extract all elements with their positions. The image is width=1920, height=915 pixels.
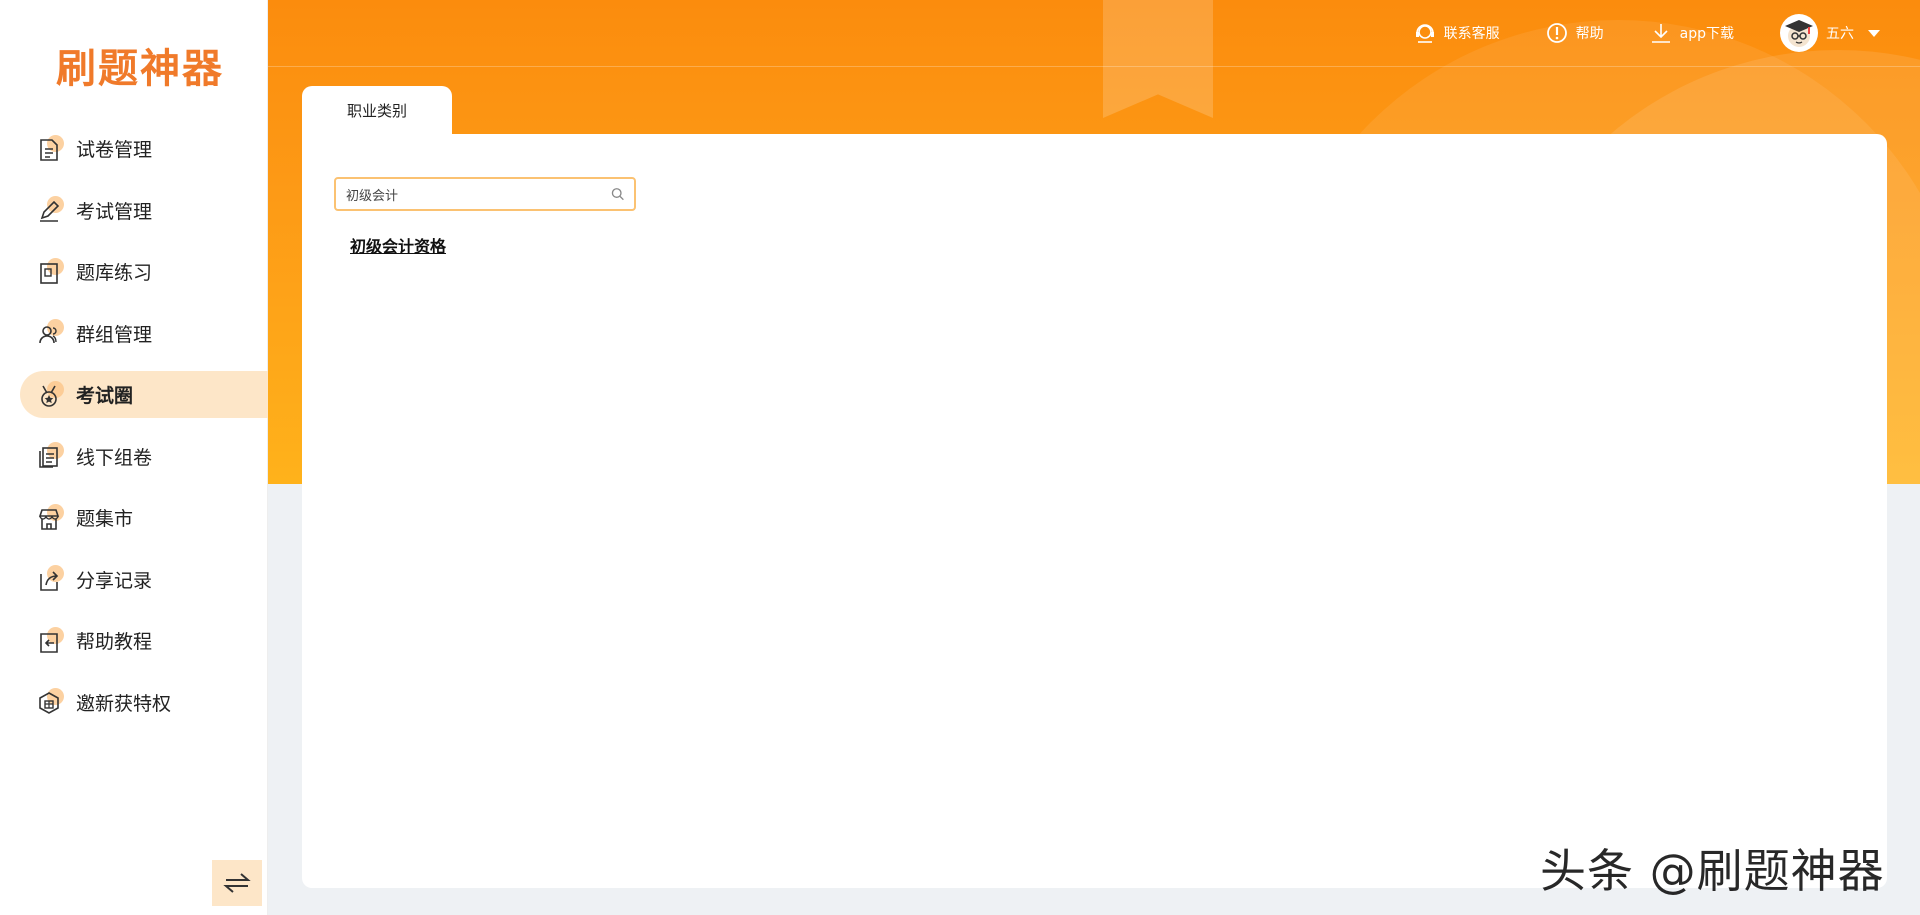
- sidebar-item-label: 群组管理: [76, 323, 153, 346]
- sidebar-item-exam-circle[interactable]: 考试圈: [20, 371, 268, 418]
- sidebar-item-label: 邀新获特权: [76, 692, 172, 715]
- share-icon: [36, 565, 64, 593]
- search-input[interactable]: [346, 186, 611, 202]
- sidebar-item-label: 线下组卷: [76, 446, 153, 469]
- sidebar-item-exam-papers[interactable]: 试卷管理: [0, 125, 268, 172]
- help-return-icon: [36, 626, 64, 655]
- exclamation-circle-icon: [1546, 23, 1567, 43]
- download-icon: [1651, 24, 1670, 43]
- sidebar-item-label: 考试管理: [76, 200, 153, 223]
- medal-icon: [36, 380, 64, 409]
- sidebar-item-offline-papers[interactable]: 线下组卷: [0, 433, 268, 480]
- watermark: 头条 @刷题神器: [1540, 844, 1885, 898]
- search-result-item[interactable]: 初级会计资格: [350, 233, 446, 257]
- main-panel: 初级会计资格: [302, 134, 1887, 888]
- user-menu[interactable]: 五六: [1780, 14, 1880, 52]
- pen-icon: [36, 196, 64, 224]
- app-download-link[interactable]: app下载: [1650, 22, 1734, 44]
- tab-label: 职业类别: [346, 101, 407, 120]
- sidebar-item-label: 分享记录: [76, 569, 153, 592]
- gift-icon: [36, 688, 64, 716]
- help-link[interactable]: 帮助: [1546, 22, 1604, 44]
- headset-icon: [1415, 24, 1434, 43]
- search-icon[interactable]: [611, 187, 624, 201]
- sidebar-item-groups[interactable]: 群组管理: [0, 310, 268, 357]
- bookmark-decoration: [1103, 0, 1213, 118]
- sidebar-item-help-tutorial[interactable]: 帮助教程: [0, 617, 268, 664]
- contact-support-label: 联系客服: [1443, 26, 1500, 42]
- sidebar-item-label: 题集市: [76, 508, 134, 530]
- tab-occupation-category[interactable]: 职业类别: [302, 86, 452, 134]
- book-icon: [36, 257, 64, 286]
- chevron-down-icon: [1868, 29, 1880, 37]
- document-icon: [36, 134, 64, 163]
- sidebar-item-exam-management[interactable]: 考试管理: [0, 187, 268, 234]
- sidebar-item-question-market[interactable]: 题集市: [0, 494, 268, 541]
- sidebar-collapse-button[interactable]: [212, 860, 262, 906]
- app-logo[interactable]: 刷题神器: [56, 36, 224, 94]
- sidebar-item-label: 帮助教程: [76, 631, 153, 653]
- app-download-label: app下载: [1679, 26, 1734, 42]
- graduate-avatar-icon: [1785, 20, 1813, 47]
- help-label: 帮助: [1575, 26, 1604, 42]
- avatar: [1780, 14, 1818, 52]
- group-icon: [36, 319, 64, 347]
- store-icon: [36, 503, 64, 532]
- sidebar-item-question-bank[interactable]: 题库练习: [0, 248, 268, 295]
- stack-icon: [36, 442, 64, 470]
- sidebar-item-label: 考试圈: [76, 385, 134, 407]
- sidebar-item-label: 试卷管理: [76, 139, 153, 161]
- contact-support-link[interactable]: 联系客服: [1414, 22, 1500, 44]
- username: 五六: [1826, 26, 1854, 42]
- sidebar-item-label: 题库练习: [76, 262, 153, 284]
- sidebar-item-share-history[interactable]: 分享记录: [0, 556, 268, 603]
- top-bar: 联系客服 帮助 app下载 五六: [1414, 14, 1880, 52]
- sidebar-item-invite-privilege[interactable]: 邀新获特权: [0, 679, 268, 726]
- swap-arrows-icon: [223, 873, 251, 893]
- search-box: [334, 177, 636, 211]
- sidebar-nav: 试卷管理 考试管理 题库练习 群组管理 考试圈 线下组卷 题集市 分享记录 帮助…: [0, 125, 268, 740]
- sidebar: 刷题神器 试卷管理 考试管理 题库练习 群组管理 考试圈 线下组卷 题集市 分享…: [0, 0, 268, 915]
